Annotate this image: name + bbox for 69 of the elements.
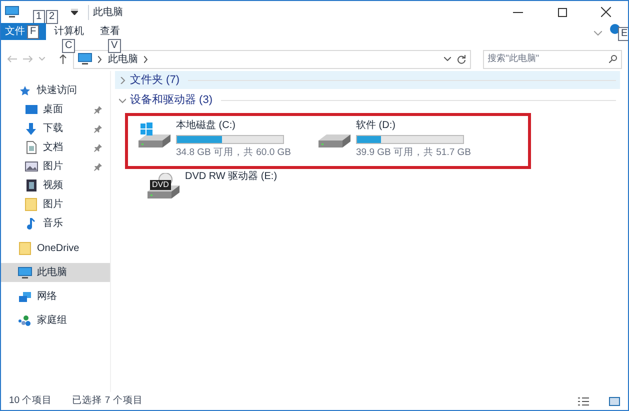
chevron-right-icon	[98, 56, 102, 62]
keytip: E	[618, 27, 628, 41]
sidebar-item[interactable]: 图片	[1, 157, 110, 176]
address-bar[interactable]: 此电脑	[72, 50, 471, 68]
drive-tile[interactable]: 本地磁盘 (C:) 34.8 GB 可用，共 60.0 GB	[138, 120, 318, 166]
drive-name: 软件 (D:)	[356, 120, 396, 132]
folder-icon	[19, 242, 31, 255]
sidebar-item[interactable]: 网络	[1, 287, 110, 306]
search-input[interactable]: 搜索"此电脑"	[488, 52, 610, 66]
item-count: 10 个项目	[9, 394, 52, 408]
details-view-icon[interactable]	[578, 396, 589, 406]
group-header[interactable]: 文件夹 (7)	[115, 71, 620, 89]
keytip: 2	[46, 10, 58, 24]
chevron-down-icon	[119, 96, 126, 104]
refresh-icon[interactable]	[456, 54, 466, 64]
dvd-label: DVD	[150, 180, 171, 190]
desktop-icon	[24, 104, 38, 116]
drive-name: DVD RW 驱动器 (E:)	[185, 171, 278, 183]
keytip: 1	[33, 10, 45, 24]
keytip: C	[62, 39, 76, 53]
network-icon	[18, 290, 32, 302]
up-arrow-icon[interactable]	[58, 54, 67, 64]
music-note-icon	[26, 217, 36, 230]
search-icon	[609, 55, 618, 63]
chevron-right-icon	[119, 76, 126, 84]
selection-count: 已选择 7 个项目	[72, 394, 143, 408]
sidebar-item[interactable]: 音乐	[1, 214, 110, 233]
star-icon	[19, 84, 31, 96]
dropdown-caret-icon	[71, 9, 78, 15]
ribbon-tab[interactable]: 计算机	[54, 23, 84, 40]
close-icon	[601, 7, 611, 17]
large-icons-view-icon[interactable]	[609, 396, 620, 406]
search-field[interactable]: 搜索"此电脑"	[482, 50, 622, 68]
chevron-right-icon	[144, 56, 148, 62]
address-path: 此电脑	[108, 52, 138, 66]
sidebar-item[interactable]: 此电脑	[1, 263, 110, 282]
sidebar-item[interactable]: 下载	[1, 119, 110, 138]
hard-drive-icon	[138, 122, 171, 148]
film-icon	[26, 179, 36, 192]
computer-icon	[5, 6, 19, 18]
sidebar-item[interactable]: OneDrive	[1, 239, 110, 258]
image-icon	[24, 161, 38, 172]
drive-name: 本地磁盘 (C:)	[176, 120, 236, 132]
drive-tile[interactable]: 软件 (D:) 39.9 GB 可用，共 51.7 GB	[318, 120, 498, 166]
maximize-icon	[558, 8, 566, 16]
sidebar-item[interactable]: 图片	[1, 195, 110, 214]
sidebar-item[interactable]: 桌面	[1, 100, 110, 119]
drive-usage: 39.9 GB 可用，共 51.7 GB	[356, 147, 471, 159]
keytip: F	[27, 25, 40, 39]
homegroup-icon	[18, 314, 32, 326]
sidebar-item[interactable]: 家庭组	[1, 311, 110, 330]
hard-drive-icon	[318, 134, 351, 148]
keytip: V	[108, 39, 121, 53]
dropdown-caret-icon	[444, 57, 451, 61]
expand-ribbon-icon[interactable]	[594, 31, 602, 36]
group-header[interactable]: 设备和驱动器 (3)	[115, 91, 620, 109]
document-icon	[26, 141, 36, 154]
download-arrow-icon	[25, 122, 37, 134]
ribbon-tab[interactable]: 文件	[5, 23, 25, 40]
window-title: 此电脑	[88, 4, 123, 20]
sidebar-item[interactable]: 文档	[1, 138, 110, 157]
computer-icon	[18, 266, 32, 278]
drive-tile[interactable]: DVD DVD RW 驱动器 (E:)	[147, 171, 327, 203]
sidebar-item[interactable]: 视频	[1, 176, 110, 195]
ribbon-tab[interactable]: 查看	[100, 23, 120, 40]
drive-usage: 34.8 GB 可用，共 60.0 GB	[176, 147, 291, 159]
computer-icon	[78, 53, 92, 65]
folder-icon	[25, 198, 37, 211]
sidebar-item[interactable]: 快速访问	[1, 81, 110, 100]
